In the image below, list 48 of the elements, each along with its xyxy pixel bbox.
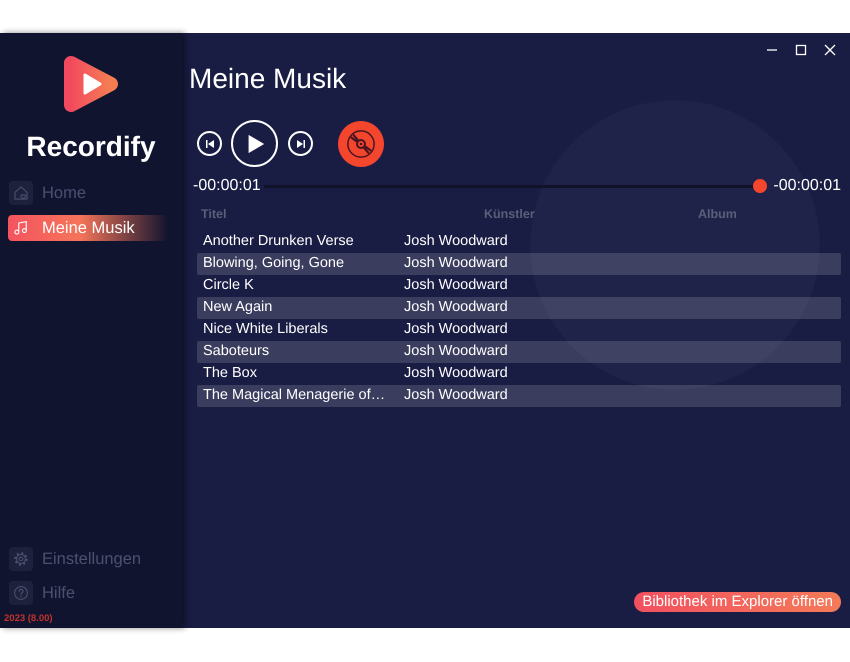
nav-item[interactable]: Hilfe	[8, 580, 168, 606]
play-button[interactable]	[231, 120, 278, 167]
close-icon[interactable]	[824, 44, 836, 56]
nav-item[interactable]: Einstellungen	[8, 546, 168, 572]
track-title: The Box	[202, 364, 258, 384]
track-artist: Josh Woodward	[404, 342, 508, 362]
column-header[interactable]: Titel	[201, 207, 484, 221]
track-artist: Josh Woodward	[404, 254, 508, 274]
track-title: Nice White Liberals	[202, 320, 329, 340]
column-header[interactable]: Album	[698, 207, 737, 221]
version-label: 2023 (8.00)	[4, 613, 54, 625]
track-artist: Josh Woodward	[404, 232, 508, 252]
open-library-button[interactable]: Bibliothek im Explorer öffnen	[634, 592, 841, 612]
help-icon	[12, 584, 30, 602]
home-icon	[12, 184, 30, 202]
track-artist: Josh Woodward	[404, 276, 508, 296]
disc-icon	[346, 128, 376, 158]
skip-forward-icon	[294, 138, 306, 150]
track-artist: Josh Woodward	[404, 298, 508, 318]
track-artist: Josh Woodward	[404, 386, 508, 406]
play-logo-icon	[63, 55, 119, 113]
track-title: Circle K	[202, 276, 255, 296]
table-row[interactable]: New Again Josh Woodward	[197, 297, 841, 319]
track-title: The Magical Menagerie of…	[202, 386, 386, 406]
page-title: Meine Musik	[189, 63, 348, 95]
track-artist: Josh Woodward	[404, 364, 508, 384]
app-name: Recordify	[25, 131, 157, 163]
track-title: New Again	[202, 298, 274, 318]
record-button[interactable]	[338, 120, 384, 166]
track-title: Blowing, Going, Gone	[202, 254, 346, 274]
progress-thumb[interactable]	[753, 179, 768, 193]
nav-item[interactable]: Meine Musik	[8, 215, 168, 241]
track-artist: Josh Woodward	[404, 320, 508, 340]
table-row[interactable]: The Magical Menagerie of… Josh Woodward	[197, 385, 841, 407]
previous-button[interactable]	[197, 131, 222, 156]
remaining-time: -00:00:01	[773, 177, 841, 195]
column-header[interactable]: Künstler	[484, 207, 698, 221]
music-note-icon	[12, 219, 30, 237]
next-button[interactable]	[288, 131, 313, 156]
table-row[interactable]: Blowing, Going, Gone Josh Woodward	[197, 253, 841, 275]
table-row[interactable]: Saboteurs Josh Woodward	[197, 341, 841, 363]
maximize-icon[interactable]	[795, 44, 807, 56]
gear-icon	[12, 550, 30, 568]
track-title: Another Drunken Verse	[202, 232, 355, 252]
nav-item[interactable]: Home	[8, 180, 168, 206]
track-title: Saboteurs	[202, 342, 270, 362]
skip-back-icon	[204, 138, 216, 150]
elapsed-time: -00:00:01	[193, 177, 261, 195]
